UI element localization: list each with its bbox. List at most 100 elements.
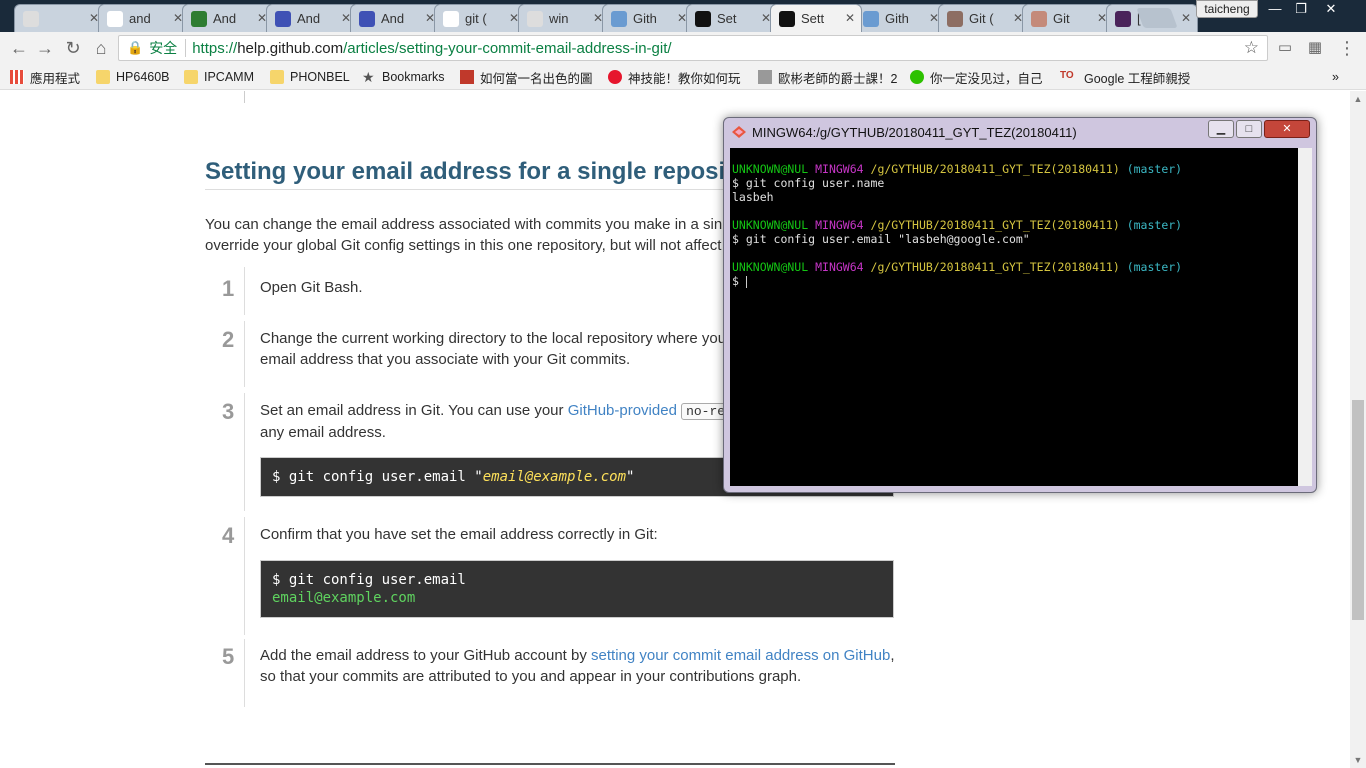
close-window-icon[interactable]: ✕: [1318, 0, 1344, 18]
browser-tab[interactable]: Git ✕: [1022, 4, 1114, 32]
bookmark-label: 應用程式: [30, 71, 81, 86]
terminal-minimize-button[interactable]: ▁: [1208, 120, 1234, 138]
browser-tab[interactable]: And ✕: [266, 4, 358, 32]
browser-tab[interactable]: And ✕: [350, 4, 442, 32]
prompt-path: /g/GYTHUB/20180411_GYT_TEZ(20180411): [870, 162, 1120, 176]
bookmark-label: 神技能！教你如何玩: [628, 71, 741, 86]
browser-tab[interactable]: Set ✕: [686, 4, 778, 32]
bookmarks-overflow-icon[interactable]: »: [1332, 68, 1339, 86]
tab-title: Git: [1053, 11, 1070, 26]
bookmark-item[interactable]: IPCAMM: [184, 68, 254, 86]
browser-tab[interactable]: win ✕: [518, 4, 610, 32]
minimize-icon[interactable]: —: [1262, 0, 1288, 18]
dot-icon: [191, 10, 207, 27]
step-number: 2: [222, 327, 235, 352]
prompt-line: UNKNOWN@NUL MINGW64 /g/GYTHUB/20180411_G…: [732, 162, 1298, 176]
bookmark-item[interactable]: PHONBEL: [270, 68, 350, 86]
git-bash-icon: [732, 126, 746, 138]
browser-tab[interactable]: And ✕: [182, 4, 274, 32]
terminal-scrollbar[interactable]: [1298, 148, 1312, 486]
page-scrollbar-thumb[interactable]: [1352, 400, 1364, 620]
bookmark-item[interactable]: ★ Bookmarks: [362, 68, 445, 86]
star-icon: ★: [362, 69, 375, 85]
step-divider: [244, 91, 245, 103]
tab-title: And: [213, 11, 237, 26]
url-host: help.github.com: [237, 39, 344, 57]
step-divider: [244, 517, 245, 635]
bookmark-item[interactable]: TO Google 工程師親授: [1060, 68, 1190, 86]
scroll-up-icon[interactable]: ▲: [1352, 94, 1364, 104]
intro-line-2: override your global Git config settings…: [205, 237, 722, 254]
linkedin-icon: [460, 70, 474, 84]
prompt-line: UNKNOWN@NUL MINGW64 /g/GYTHUB/20180411_G…: [732, 218, 1298, 232]
code-email-placeholder: email@example.com: [482, 469, 627, 485]
bookmark-item[interactable]: HP6460B: [96, 68, 170, 86]
set-commit-email-link[interactable]: setting your commit email address on Git…: [591, 647, 890, 664]
bookmark-item[interactable]: 如何當一名出色的圖: [460, 68, 593, 86]
url-text[interactable]: https://help.github.com/articles/setting…: [192, 40, 671, 57]
bookmark-star-icon[interactable]: ☆: [1244, 38, 1259, 58]
browser-tab[interactable]: Git (✕: [938, 4, 1030, 32]
folder-icon: [270, 70, 284, 84]
forward-icon[interactable]: →: [34, 37, 56, 59]
weibo-icon: [608, 70, 622, 84]
address-bar[interactable]: 🔒 安全 https://help.github.com/articles/se…: [118, 35, 1268, 61]
back-icon[interactable]: ←: [8, 37, 30, 59]
menu-icon[interactable]: ⋮: [1336, 37, 1358, 59]
bookmark-item[interactable]: 神技能！教你如何玩: [608, 68, 741, 86]
new-tab-button[interactable]: [1136, 8, 1178, 28]
tab-title: git (: [465, 11, 487, 26]
to-icon: TO: [1060, 70, 1074, 81]
prompt-branch: (master): [1126, 260, 1183, 274]
reload-icon[interactable]: ↻: [62, 37, 84, 59]
bookmark-item[interactable]: 你一定没见过，自己: [910, 68, 1043, 86]
google-icon: [443, 10, 459, 27]
terminal-output: lasbeh: [732, 190, 774, 204]
code-command: $ git config user.email ": [272, 469, 483, 485]
browser-tab[interactable]: Sett ✕: [770, 4, 862, 32]
terminal-maximize-button[interactable]: □: [1236, 120, 1262, 138]
terminal-cursor: [745, 275, 747, 288]
home-icon[interactable]: ⌂: [90, 37, 112, 59]
step-5-text: Add the email address to your GitHub acc…: [260, 645, 900, 687]
bookmark-label: Bookmarks: [382, 70, 445, 84]
bookmark-label: PHONBEL: [290, 70, 350, 84]
url-scheme: https://: [192, 39, 238, 57]
github-provided-link[interactable]: GitHub-provided: [568, 402, 677, 419]
scroll-down-icon[interactable]: ▼: [1352, 755, 1364, 765]
browser-tab[interactable]: Gith ✕: [602, 4, 694, 32]
secure-label: 安全: [149, 40, 178, 56]
code-quote: ": [626, 469, 635, 485]
cast-icon[interactable]: ▭: [1274, 37, 1296, 59]
tab-close-icon[interactable]: ✕: [845, 11, 855, 25]
bookmark-item[interactable]: 歐彬老師的爵士課！2: [758, 68, 897, 86]
step-number: 4: [222, 523, 235, 548]
bookmark-item[interactable]: 應用程式: [10, 68, 80, 86]
intro-line-1: You can change the email address associa…: [205, 216, 723, 233]
prompt-env: MINGW64: [815, 260, 864, 274]
globe-icon: [863, 10, 879, 27]
browser-tab[interactable]: ✕: [14, 4, 106, 32]
tab-close-icon[interactable]: ✕: [1181, 11, 1191, 25]
terminal-screen[interactable]: UNKNOWN@NUL MINGW64 /g/GYTHUB/20180411_G…: [730, 148, 1298, 486]
step-number: 5: [222, 644, 235, 669]
git-bash-window[interactable]: MINGW64:/g/GYTHUB/20180411_GYT_TEZ(20180…: [723, 117, 1317, 493]
maximize-icon[interactable]: ❐: [1288, 0, 1314, 18]
prompt-user: UNKNOWN@NUL: [732, 218, 809, 232]
bookmark-label: HP6460B: [116, 70, 170, 84]
apps-icon: [10, 70, 24, 84]
prompt-branch: (master): [1126, 218, 1183, 232]
next-section-rule: [205, 763, 895, 765]
browser-tab[interactable]: Gith ✕: [854, 4, 946, 32]
terminal-title: MINGW64:/g/GYTHUB/20180411_GYT_TEZ(20180…: [752, 125, 1077, 140]
terminal-close-button[interactable]: ✕: [1264, 120, 1310, 138]
profile-button[interactable]: taicheng: [1196, 0, 1258, 18]
browser-tab[interactable]: git (✕: [434, 4, 526, 32]
github-icon: [695, 10, 711, 27]
code-output: email@example.com: [272, 590, 416, 606]
browser-tab[interactable]: and ✕: [98, 4, 190, 32]
terminal-command: $ git config user.email "lasbeh@google.c…: [732, 232, 1030, 246]
prompt-path: /g/GYTHUB/20180411_GYT_TEZ(20180411): [870, 218, 1120, 232]
prompt-path: /g/GYTHUB/20180411_GYT_TEZ(20180411): [870, 260, 1120, 274]
extension-icon[interactable]: ▦: [1304, 37, 1326, 59]
